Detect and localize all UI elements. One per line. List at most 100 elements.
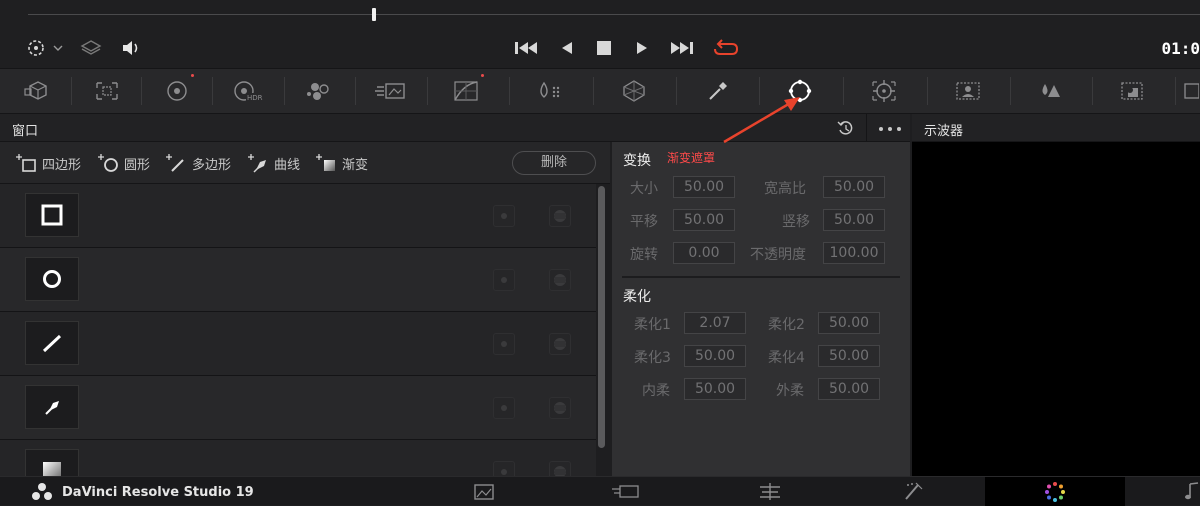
viewer-mode-icon xyxy=(28,40,44,56)
window-row-circle[interactable] xyxy=(0,248,596,312)
shape-tool-bar: 四边形 圆形 多边形 曲线 渐变 删除 xyxy=(0,142,610,184)
palette-window[interactable] xyxy=(772,69,828,113)
transport-bar: 01:0 xyxy=(0,30,1200,68)
palette-rgb-mixer[interactable] xyxy=(296,69,342,113)
mask-icon xyxy=(554,466,566,476)
mask-toggle[interactable] xyxy=(549,397,571,419)
inside-field[interactable]: 50.00 xyxy=(684,378,746,400)
tracker-icon xyxy=(872,80,896,102)
palette-motion-effects[interactable] xyxy=(366,69,414,113)
blur-icon xyxy=(1042,84,1060,97)
add-circle-label: 圆形 xyxy=(124,157,151,173)
playhead-handle[interactable] xyxy=(372,8,376,21)
mask-toggle[interactable] xyxy=(549,461,571,476)
stop-icon[interactable] xyxy=(596,40,612,56)
window-shape-button[interactable] xyxy=(25,257,79,301)
window-row-rectangle[interactable] xyxy=(0,184,596,248)
soft3-label: 柔化3 xyxy=(634,350,671,366)
invert-toggle[interactable] xyxy=(493,205,515,227)
outside-field[interactable]: 50.00 xyxy=(818,378,880,400)
go-to-end-icon[interactable] xyxy=(668,40,694,56)
loop-icon[interactable] xyxy=(712,38,740,58)
window-row-polygon[interactable] xyxy=(0,312,596,376)
palette-color-warper[interactable] xyxy=(522,69,574,113)
scope-panel-title: 示波器 xyxy=(924,124,964,139)
add-circle-button[interactable]: 圆形 xyxy=(98,153,150,173)
delete-button[interactable]: 删除 xyxy=(512,151,596,175)
motion-effects-icon xyxy=(375,83,405,99)
window-shape-button[interactable] xyxy=(25,449,79,476)
magic-mask-icon xyxy=(956,82,980,100)
add-curve-label: 曲线 xyxy=(274,157,301,173)
mask-toggle[interactable] xyxy=(549,333,571,355)
pan-field[interactable]: 50.00 xyxy=(673,209,735,231)
page-fairlight-button[interactable] xyxy=(1184,481,1200,501)
go-to-start-icon[interactable] xyxy=(514,40,540,56)
window-inspector: 变换 渐变遮罩 大小 50.00 宽高比 50.00 平移 50.00 竖移 5… xyxy=(612,142,910,476)
add-rectangle-button[interactable]: 四边形 xyxy=(16,153,81,173)
soft4-field[interactable]: 50.00 xyxy=(818,345,880,367)
soft2-field[interactable]: 50.00 xyxy=(818,312,880,334)
reset-icon[interactable] xyxy=(836,119,856,137)
page-fusion-button[interactable] xyxy=(898,481,926,501)
palette-primaries[interactable] xyxy=(154,69,200,113)
rotate-field[interactable]: 0.00 xyxy=(673,242,735,264)
play-icon[interactable] xyxy=(635,40,649,56)
mask-toggle[interactable] xyxy=(549,205,571,227)
add-gradient-button[interactable]: 渐变 xyxy=(316,153,368,173)
window-row-curve[interactable] xyxy=(0,376,596,440)
add-gradient-icon xyxy=(316,154,335,171)
palette-eyedropper[interactable] xyxy=(692,69,744,113)
layers-icon[interactable] xyxy=(80,39,102,57)
palette-3d-cube[interactable] xyxy=(14,69,60,113)
brand: DaVinci Resolve Studio 19 xyxy=(30,482,254,502)
volume-icon[interactable] xyxy=(120,39,142,57)
palette-blur[interactable] xyxy=(1022,69,1078,113)
palette-qualifier[interactable] xyxy=(608,69,660,113)
tilt-field[interactable]: 50.00 xyxy=(823,209,885,231)
opacity-field[interactable]: 100.00 xyxy=(823,242,885,264)
palette-tracker[interactable] xyxy=(856,69,912,113)
window-shape-button[interactable] xyxy=(25,321,79,365)
page-media-button[interactable] xyxy=(472,481,496,501)
window-shape-button[interactable] xyxy=(25,193,79,237)
add-curve-button[interactable]: 曲线 xyxy=(248,153,300,173)
more-options-icon[interactable] xyxy=(878,126,902,132)
invert-toggle[interactable] xyxy=(493,333,515,355)
invert-toggle[interactable] xyxy=(493,397,515,419)
color-wheel-icon xyxy=(167,81,187,101)
page-cut-button[interactable] xyxy=(610,481,642,501)
cut-page-icon xyxy=(612,485,639,498)
page-edit-button[interactable] xyxy=(756,481,784,501)
size-field[interactable]: 50.00 xyxy=(673,176,735,198)
tilt-label: 竖移 xyxy=(782,214,810,230)
color-page-icon xyxy=(1045,481,1065,502)
invert-icon xyxy=(501,213,507,219)
chevron-down-icon xyxy=(53,45,63,51)
window-list-scrollbar[interactable] xyxy=(598,186,605,448)
invert-toggle[interactable] xyxy=(493,269,515,291)
polygon-window-icon xyxy=(42,334,62,353)
timeline-scrubber[interactable] xyxy=(0,0,1200,30)
window-shape-button[interactable] xyxy=(25,385,79,429)
raw-grid-icon xyxy=(96,82,118,100)
soft3-field[interactable]: 50.00 xyxy=(684,345,746,367)
add-polygon-button[interactable]: 多边形 xyxy=(166,153,231,173)
palette-key[interactable] xyxy=(1104,69,1160,113)
soft1-field[interactable]: 2.07 xyxy=(684,312,746,334)
mask-toggle[interactable] xyxy=(549,269,571,291)
invert-toggle[interactable] xyxy=(493,461,515,476)
timeline-track[interactable] xyxy=(28,14,1200,15)
palette-curves[interactable] xyxy=(440,69,492,113)
reverse-play-icon[interactable] xyxy=(560,40,574,56)
palette-more[interactable] xyxy=(1182,69,1200,113)
window-row-gradient[interactable] xyxy=(0,440,596,476)
palette-hdr[interactable]: HDR xyxy=(222,69,272,113)
palette-camera-raw[interactable] xyxy=(84,69,130,113)
palette-magic-mask[interactable] xyxy=(940,69,996,113)
viewer-mode-dropdown[interactable] xyxy=(25,38,63,58)
page-color-button[interactable] xyxy=(985,477,1125,506)
aspect-field[interactable]: 50.00 xyxy=(823,176,885,198)
sizing-icon xyxy=(1184,83,1199,99)
color-palette-toolbar: HDR xyxy=(0,68,1200,114)
